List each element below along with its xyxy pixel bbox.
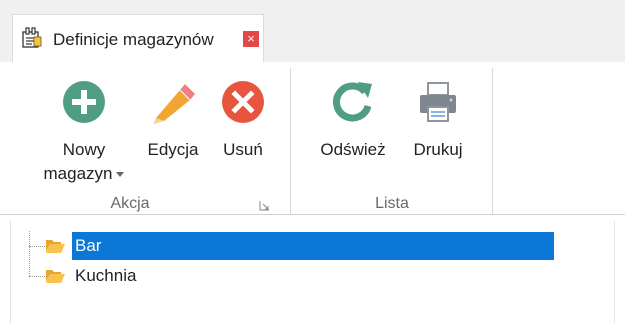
group-separator (492, 68, 493, 214)
warehouse-tree[interactable]: Bar Kuchnia (10, 221, 615, 323)
refresh-label: Odśwież (320, 140, 386, 159)
tree-item-bar[interactable]: Bar (72, 232, 554, 260)
printer-icon (420, 82, 456, 122)
tab-definicje-magazynow[interactable]: Definicje magazynów × (12, 14, 264, 62)
dropdown-caret-icon (116, 172, 125, 178)
edit-label: Edycja (147, 140, 199, 159)
tree-connector (29, 231, 30, 276)
group-label-akcja: Akcja (110, 195, 150, 212)
print-button[interactable]: Drukuj (404, 80, 472, 162)
close-tab-button[interactable]: × (243, 31, 259, 47)
tab-title: Definicje magazynów (53, 30, 214, 49)
ribbon: Nowy magazyn Edycja Usuń Akcja Odśwież D… (0, 62, 625, 214)
ribbon-divider (0, 214, 625, 215)
add-circle-icon (63, 81, 105, 123)
delete-circle-icon (222, 81, 264, 123)
tab-bar: Definicje magazynów × (0, 0, 625, 62)
tree-item-label: Bar (75, 236, 102, 255)
edit-button[interactable]: Edycja (142, 80, 204, 162)
delete-button[interactable]: Usuń (218, 80, 268, 162)
print-label: Drukuj (413, 140, 463, 159)
new-warehouse-label: Nowy magazyn (34, 138, 134, 186)
folder-open-icon (45, 268, 65, 284)
tree-connector (29, 276, 45, 277)
dialog-launcher-icon[interactable] (259, 198, 270, 211)
refresh-icon (333, 82, 372, 122)
tree-item-kuchnia[interactable]: Kuchnia (72, 262, 272, 290)
folder-open-icon (45, 238, 65, 254)
group-label-lista: Lista (375, 195, 409, 212)
refresh-button[interactable]: Odśwież (314, 80, 392, 162)
group-separator (290, 68, 291, 214)
tree-connector (29, 246, 45, 247)
pencil-icon (154, 84, 195, 124)
new-warehouse-button[interactable]: Nowy magazyn (34, 80, 134, 186)
delete-label: Usuń (223, 140, 263, 159)
warehouse-definition-icon (21, 27, 43, 49)
tree-item-label: Kuchnia (75, 266, 137, 285)
